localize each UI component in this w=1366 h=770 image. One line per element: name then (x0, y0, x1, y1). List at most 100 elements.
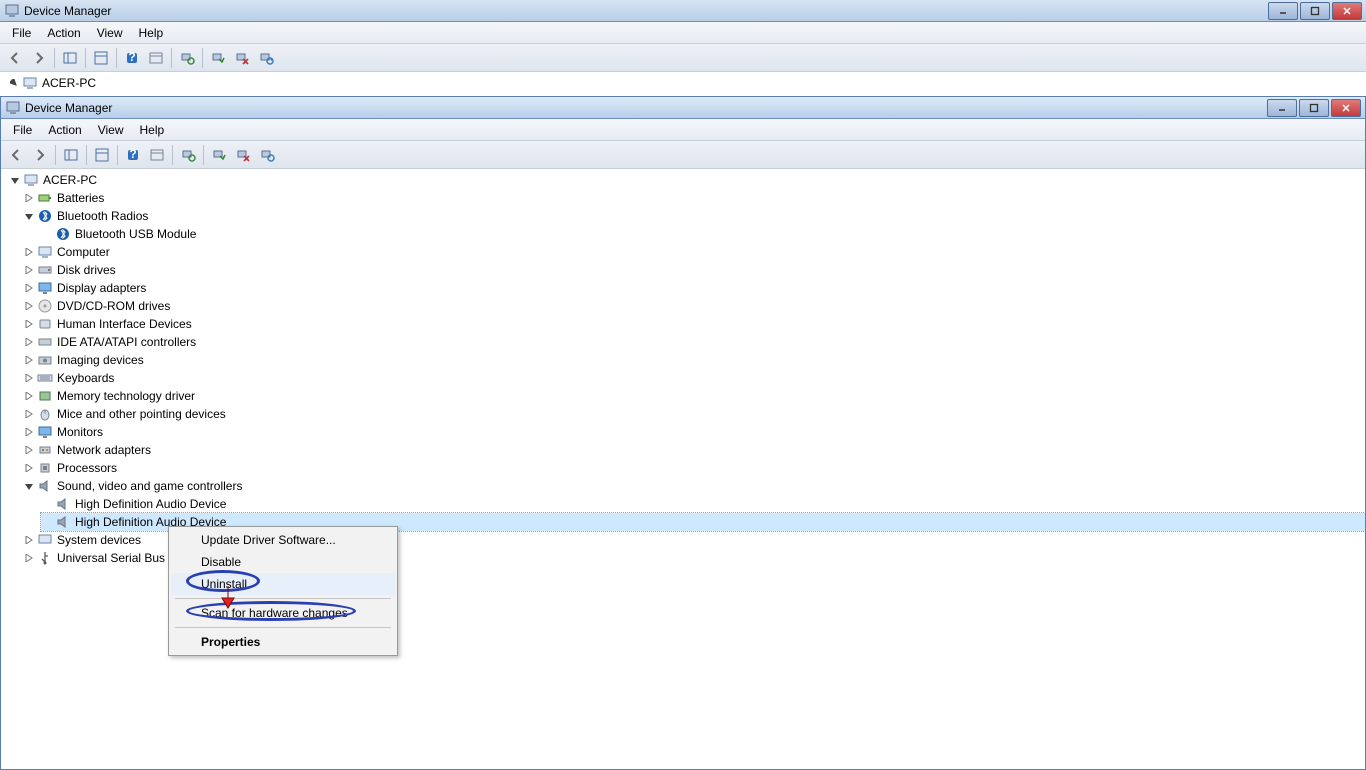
computer-icon (37, 244, 53, 260)
expander-icon[interactable] (23, 462, 35, 474)
tree-item-disk-drives[interactable]: Disk drives (23, 261, 1365, 279)
sound-icon (55, 496, 71, 512)
cm-uninstall[interactable]: Uninstall (171, 573, 395, 595)
disable-device-button[interactable] (231, 47, 253, 69)
help-button[interactable]: ? (122, 144, 144, 166)
tree-item-sound[interactable]: Sound, video and game controllers (23, 477, 1365, 495)
tree-label: IDE ATA/ATAPI controllers (57, 335, 196, 349)
tree-item-hda1[interactable]: High Definition Audio Device (41, 495, 1365, 513)
expander-icon[interactable] (23, 318, 35, 330)
enable-device-button[interactable] (207, 47, 229, 69)
close-button[interactable] (1332, 2, 1362, 20)
toolbar-separator (85, 48, 86, 68)
tree-root-label: ACER-PC (43, 173, 97, 187)
menu-file[interactable]: File (5, 121, 40, 139)
menu-help[interactable]: Help (131, 24, 172, 42)
cm-properties[interactable]: Properties (171, 631, 395, 653)
expander-icon[interactable] (23, 408, 35, 420)
nav-back-button[interactable] (5, 144, 27, 166)
nav-back-button[interactable] (4, 47, 26, 69)
menu-view[interactable]: View (89, 24, 131, 42)
tree-item-computer[interactable]: Computer (23, 243, 1365, 261)
tree-item-imaging[interactable]: Imaging devices (23, 351, 1365, 369)
cm-update-driver[interactable]: Update Driver Software... (171, 529, 395, 551)
tree-item-processors[interactable]: Processors (23, 459, 1365, 477)
uninstall-device-button[interactable] (256, 144, 278, 166)
expander-icon[interactable] (8, 77, 20, 89)
tree-item-monitors[interactable]: Monitors (23, 423, 1365, 441)
expander-icon[interactable] (23, 246, 35, 258)
cm-scan-hardware[interactable]: Scan for hardware changes (171, 602, 395, 624)
device-tree-panel[interactable]: ACER-PC Batteries Bluetooth Radios Bluet… (1, 169, 1365, 769)
expander-icon[interactable] (23, 264, 35, 276)
show-hide-tree-button[interactable] (59, 47, 81, 69)
enable-device-button[interactable] (208, 144, 230, 166)
tree-item-display-adapters[interactable]: Display adapters (23, 279, 1365, 297)
view-options-button[interactable] (146, 144, 168, 166)
expander-icon[interactable] (23, 552, 35, 564)
expander-icon[interactable] (23, 192, 35, 204)
scan-hardware-button[interactable] (176, 47, 198, 69)
usb-icon (37, 550, 53, 566)
close-button[interactable] (1331, 99, 1361, 117)
tree-root-row[interactable]: ACER-PC (5, 171, 1365, 189)
cm-disable[interactable]: Disable (171, 551, 395, 573)
device-manager-icon (5, 100, 21, 116)
expander-icon[interactable] (23, 372, 35, 384)
expander-open-icon[interactable] (23, 480, 35, 492)
tree-item-bluetooth-usb[interactable]: Bluetooth USB Module (41, 225, 1365, 243)
tree-item-ide[interactable]: IDE ATA/ATAPI controllers (23, 333, 1365, 351)
menu-action[interactable]: Action (39, 24, 88, 42)
sound-icon (37, 478, 53, 494)
cpu-icon (37, 460, 53, 476)
tree-item-mice[interactable]: Mice and other pointing devices (23, 405, 1365, 423)
toolbar-separator (55, 145, 56, 165)
tree-root-row[interactable]: ACER-PC (4, 74, 1366, 92)
minimize-button[interactable] (1267, 99, 1297, 117)
tree-label: Sound, video and game controllers (57, 479, 242, 493)
tree-item-hid[interactable]: Human Interface Devices (23, 315, 1365, 333)
outer-titlebar[interactable]: Device Manager (0, 0, 1366, 22)
tree-item-bluetooth[interactable]: Bluetooth Radios (23, 207, 1365, 225)
expander-icon[interactable] (23, 444, 35, 456)
minimize-button[interactable] (1268, 2, 1298, 20)
disable-device-button[interactable] (232, 144, 254, 166)
tree-item-keyboards[interactable]: Keyboards (23, 369, 1365, 387)
expander-open-icon[interactable] (23, 210, 35, 222)
help-button[interactable]: ? (121, 47, 143, 69)
expander-icon[interactable] (23, 282, 35, 294)
uninstall-device-button[interactable] (255, 47, 277, 69)
expander-open-icon[interactable] (9, 174, 21, 186)
expander-icon[interactable] (23, 426, 35, 438)
tree-item-memtech[interactable]: Memory technology driver (23, 387, 1365, 405)
nav-forward-button[interactable] (29, 144, 51, 166)
menu-help[interactable]: Help (132, 121, 173, 139)
expander-icon[interactable] (23, 390, 35, 402)
ide-icon (37, 334, 53, 350)
expander-icon[interactable] (23, 534, 35, 546)
maximize-button[interactable] (1299, 99, 1329, 117)
tree-item-batteries[interactable]: Batteries (23, 189, 1365, 207)
outer-window: Device Manager File Action View Help ? (0, 0, 1366, 94)
outer-menubar: File Action View Help (0, 22, 1366, 44)
show-hide-tree-button[interactable] (60, 144, 82, 166)
inner-titlebar[interactable]: Device Manager (1, 97, 1365, 119)
menu-file[interactable]: File (4, 24, 39, 42)
expander-icon[interactable] (23, 336, 35, 348)
tree-label: High Definition Audio Device (75, 497, 226, 511)
tree-label: Imaging devices (57, 353, 144, 367)
nav-forward-button[interactable] (28, 47, 50, 69)
maximize-button[interactable] (1300, 2, 1330, 20)
tree-item-dvd[interactable]: DVD/CD-ROM drives (23, 297, 1365, 315)
menu-view[interactable]: View (90, 121, 132, 139)
menu-action[interactable]: Action (40, 121, 89, 139)
scan-hardware-button[interactable] (177, 144, 199, 166)
computer-icon (22, 75, 38, 91)
properties-button[interactable] (90, 47, 112, 69)
inner-toolbar: ? (1, 141, 1365, 169)
view-options-button[interactable] (145, 47, 167, 69)
tree-item-network[interactable]: Network adapters (23, 441, 1365, 459)
properties-button[interactable] (91, 144, 113, 166)
expander-icon[interactable] (23, 354, 35, 366)
expander-icon[interactable] (23, 300, 35, 312)
